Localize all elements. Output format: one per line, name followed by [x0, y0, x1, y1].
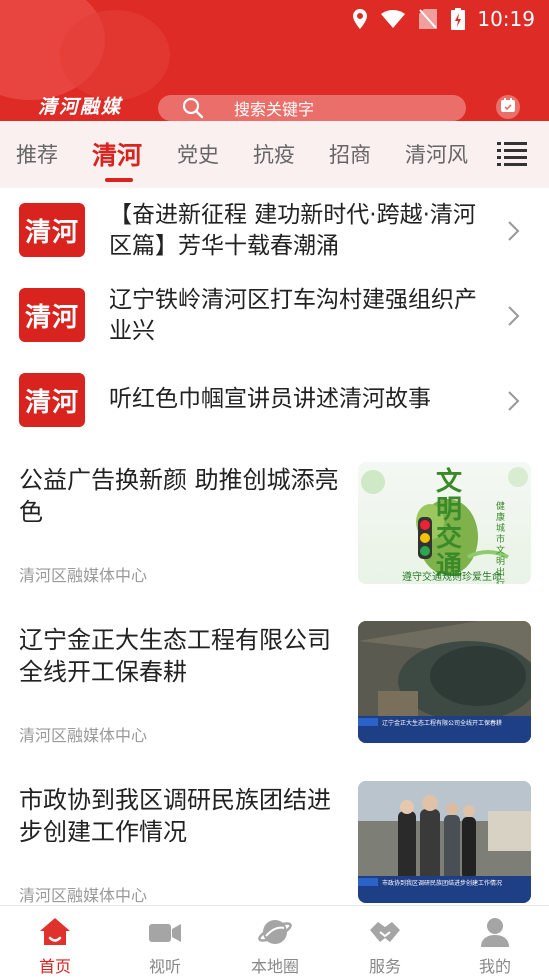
qinghe-badge: 清河 [19, 373, 85, 427]
news-thumbnail: 市政协到我区调研民族团结进步创建工作情况 [358, 781, 531, 903]
chevron-right-icon [506, 220, 522, 242]
nav-label: 视听 [148, 957, 181, 976]
no-sim-icon [419, 9, 437, 33]
calendar-button[interactable] [496, 95, 520, 119]
tab-tuijian[interactable]: 推荐 [16, 139, 58, 169]
news-source: 清河区融媒体中心 [19, 886, 148, 905]
qinghe-badge: 清河 [19, 288, 85, 342]
status-time: 10:19 [477, 7, 535, 31]
qinghe-badge: 清河 [19, 203, 85, 257]
tab-zhaoshang[interactable]: 招商 [329, 139, 371, 169]
tab-kangyi[interactable]: 抗疫 [253, 139, 295, 169]
nav-profile[interactable]: 我的 [440, 906, 549, 978]
nav-video[interactable]: 视听 [110, 906, 220, 978]
calendar-icon [500, 97, 516, 117]
nav-label: 首页 [38, 957, 71, 976]
handshake-icon [368, 916, 402, 948]
tab-qinghe[interactable]: 清河 [92, 136, 142, 172]
channel-tabs: 推荐 清河 党史 抗疫 招商 清河风 [0, 121, 549, 188]
thumb-caption: 市政协到我区调研民族团结进步创建工作情况 [382, 880, 503, 887]
news-title: 公益广告换新颜 助推创城添亮色 [19, 466, 339, 526]
thumb-big-text: 文明交通 [436, 467, 463, 581]
video-camera-icon [148, 916, 182, 948]
planet-icon [258, 916, 292, 948]
bottom-navigation: 首页 视听 本地圈 服务 我的 [0, 905, 549, 978]
thumb-caption: 辽宁金正大生态工程有限公司全线开工保春耕 [382, 720, 503, 727]
list-item-title: 【奋进新征程 建功新时代·跨越·清河区篇】芳华十载春潮涌 [109, 202, 476, 259]
news-card[interactable]: 辽宁金正大生态工程有限公司全线开工保春耕 清河区融媒体中心 辽宁金正大生态工程有… [0, 608, 549, 758]
search-input[interactable]: 搜索关键字 [158, 95, 466, 121]
chevron-right-icon [506, 305, 522, 327]
nav-service[interactable]: 服务 [330, 906, 440, 978]
nav-local[interactable]: 本地圈 [220, 906, 330, 978]
wifi-icon [381, 10, 405, 32]
home-icon [38, 916, 72, 948]
nav-label: 服务 [368, 957, 401, 976]
news-card[interactable]: 市政协到我区调研民族团结进步创建工作情况 清河区融媒体中心 市政协到我区调研民族… [0, 768, 549, 905]
search-placeholder: 搜索关键字 [234, 100, 315, 119]
app-logo: 清河融媒 [38, 96, 123, 118]
news-source: 清河区融媒体中心 [19, 566, 148, 585]
nav-home[interactable]: 首页 [0, 906, 110, 978]
list-item[interactable]: 清河 辽宁铁岭清河区打车沟村建强组织产业兴 [0, 273, 549, 358]
tab-dangshi[interactable]: 党史 [177, 139, 219, 169]
battery-charging-icon [451, 8, 465, 34]
list-item[interactable]: 清河 听红色巾帼宣讲员讲述清河故事 [0, 358, 549, 443]
status-bar: 10:19 [0, 0, 549, 38]
list-item-title: 听红色巾帼宣讲员讲述清河故事 [109, 386, 431, 412]
list-item[interactable]: 清河 【奋进新征程 建功新时代·跨越·清河区篇】芳华十载春潮涌 [0, 188, 549, 273]
location-icon [353, 9, 367, 33]
tab-qinghefeng[interactable]: 清河风 [405, 139, 468, 169]
search-icon [182, 97, 204, 119]
news-source: 清河区融媒体中心 [19, 726, 148, 745]
nav-label: 本地圈 [250, 957, 299, 976]
news-title: 辽宁金正大生态工程有限公司全线开工保春耕 [19, 626, 331, 686]
news-title: 市政协到我区调研民族团结进步创建工作情况 [19, 786, 331, 846]
chevron-right-icon [506, 390, 522, 412]
channel-menu-icon[interactable] [497, 139, 527, 169]
user-icon [478, 916, 512, 948]
thumb-caption: 遵守交通规则珍爱生命 [402, 572, 502, 583]
list-item-title: 辽宁铁岭清河区打车沟村建强组织产业兴 [109, 287, 477, 344]
news-card[interactable]: 公益广告换新颜 助推创城添亮色 清河区融媒体中心 文明交通 健康城市文明出行 遵… [0, 448, 549, 598]
news-thumbnail: 辽宁金正大生态工程有限公司全线开工保春耕 [358, 621, 531, 743]
news-thumbnail: 文明交通 健康城市文明出行 遵守交通规则珍爱生命 [358, 462, 531, 584]
app-header: 10:19 清河融媒 搜索关键字 [0, 0, 549, 121]
active-tab-indicator [105, 178, 133, 182]
nav-label: 我的 [478, 957, 511, 976]
